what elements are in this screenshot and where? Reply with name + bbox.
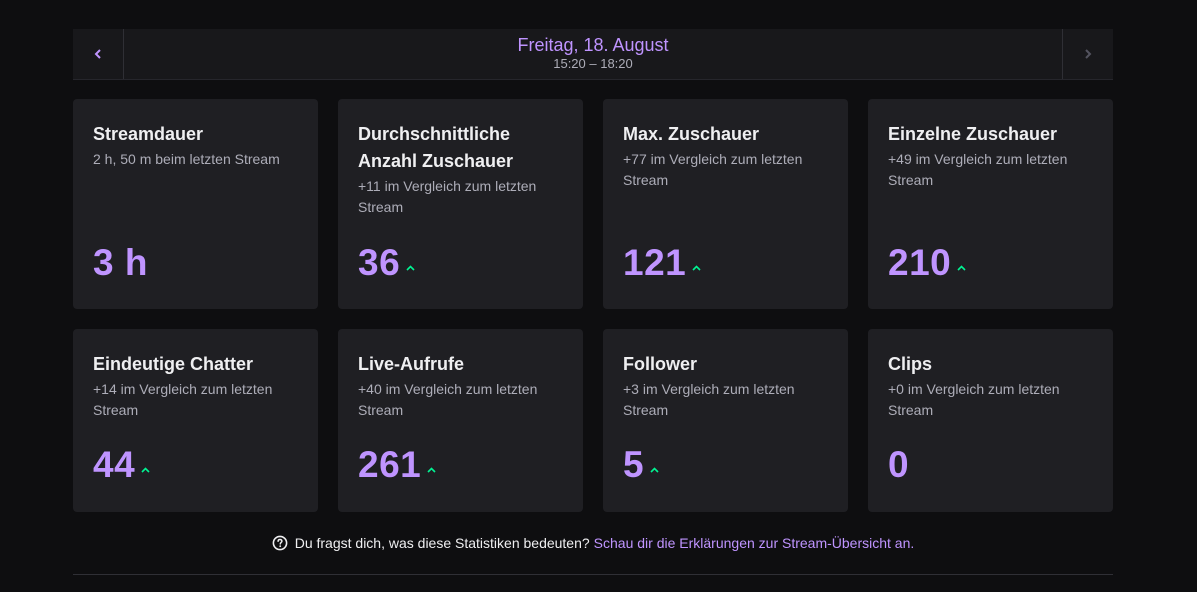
trend-up-icon	[141, 467, 150, 473]
stat-card-title: Eindeutige Chatter	[93, 354, 254, 374]
stat-card-followers: Follower +3 im Vergleich zum letzten Str…	[603, 329, 848, 512]
stat-card-value: 44	[93, 444, 136, 485]
stat-card-average-viewers: Durchschnittliche Anzahl Zuschauer +11 i…	[338, 99, 583, 309]
divider	[73, 574, 1113, 575]
help-circle-icon	[272, 535, 288, 551]
stat-card-value: 3 h	[93, 242, 148, 283]
stats-help-note: Du fragst dich, was diese Statistiken be…	[73, 534, 1113, 552]
trend-up-icon	[692, 265, 701, 271]
stat-card-value: 36	[358, 242, 401, 283]
stream-date-title: Freitag, 18. August	[517, 35, 669, 55]
stat-card-clips: Clips +0 im Vergleich zum letzten Stream…	[868, 329, 1113, 512]
trend-up-icon	[650, 467, 659, 473]
stats-grid: Streamdauer 2 h, 50 m beim letzten Strea…	[73, 99, 1113, 512]
stat-card-value-row: 121	[623, 243, 701, 283]
stat-card-title: Max. Zuschauer	[623, 124, 760, 144]
date-navigation-bar: Freitag, 18. August 15:20 – 18:20	[73, 29, 1113, 80]
stat-card-title: Einzelne Zuschauer	[888, 124, 1058, 144]
trend-up-icon	[957, 265, 966, 271]
stat-card-value-row: 5	[623, 445, 659, 485]
stat-card-value: 0	[888, 444, 910, 485]
stat-card-title: Durchschnittliche Anzahl Zuschauer	[358, 124, 514, 171]
stat-card-comparison: +49 im Vergleich zum letzten Stream	[888, 151, 1068, 188]
stat-card-comparison: +14 im Vergleich zum letzten Stream	[93, 381, 273, 418]
previous-stream-button[interactable]	[73, 29, 124, 79]
help-question-text: Du fragst dich, was diese Statistiken be…	[294, 535, 590, 551]
chevron-left-icon	[94, 49, 101, 59]
stat-card-stream-duration: Streamdauer 2 h, 50 m beim letzten Strea…	[73, 99, 318, 309]
stream-date: Freitag, 18. August 15:20 – 18:20	[124, 29, 1062, 79]
stat-card-value: 121	[623, 242, 687, 283]
stat-card-value-row: 44	[93, 445, 150, 485]
stat-card-live-views: Live-Aufrufe +40 im Vergleich zum letzte…	[338, 329, 583, 512]
stat-card-comparison: +0 im Vergleich zum letzten Stream	[888, 381, 1060, 418]
stat-card-comparison: 2 h, 50 m beim letzten Stream	[93, 151, 280, 167]
stat-card-title: Streamdauer	[93, 124, 204, 144]
next-stream-button[interactable]	[1062, 29, 1113, 79]
stat-card-title: Clips	[888, 354, 933, 374]
chevron-right-icon	[1085, 49, 1092, 59]
stat-card-max-viewers: Max. Zuschauer +77 im Vergleich zum letz…	[603, 99, 848, 309]
stat-card-value: 261	[358, 444, 422, 485]
stat-card-comparison: +11 im Vergleich zum letzten Stream	[358, 178, 537, 215]
trend-up-icon	[427, 467, 436, 473]
stat-card-value-row: 0	[888, 445, 909, 485]
stat-card-title: Follower	[623, 354, 698, 374]
stat-card-comparison: +40 im Vergleich zum letzten Stream	[358, 381, 538, 418]
stat-card-value-row: 210	[888, 243, 966, 283]
stream-summary: Freitag, 18. August 15:20 – 18:20 Stream…	[73, 29, 1113, 575]
stat-card-title: Live-Aufrufe	[358, 354, 465, 374]
trend-up-icon	[406, 265, 415, 271]
stat-card-comparison: +3 im Vergleich zum letzten Stream	[623, 381, 795, 418]
stat-card-comparison: +77 im Vergleich zum letzten Stream	[623, 151, 803, 188]
stream-time-range: 15:20 – 18:20	[553, 56, 633, 71]
stream-summary-explanation-link[interactable]: Schau dir die Erklärungen zur Stream-Übe…	[594, 534, 915, 552]
stat-card-value-row: 3 h	[93, 243, 148, 283]
stat-card-unique-viewers: Einzelne Zuschauer +49 im Vergleich zum …	[868, 99, 1113, 309]
stat-card-value-row: 261	[358, 445, 436, 485]
stat-card-value: 5	[623, 444, 645, 485]
stat-card-unique-chatters: Eindeutige Chatter +14 im Vergleich zum …	[73, 329, 318, 512]
stat-card-value-row: 36	[358, 243, 415, 283]
stat-card-value: 210	[888, 242, 952, 283]
